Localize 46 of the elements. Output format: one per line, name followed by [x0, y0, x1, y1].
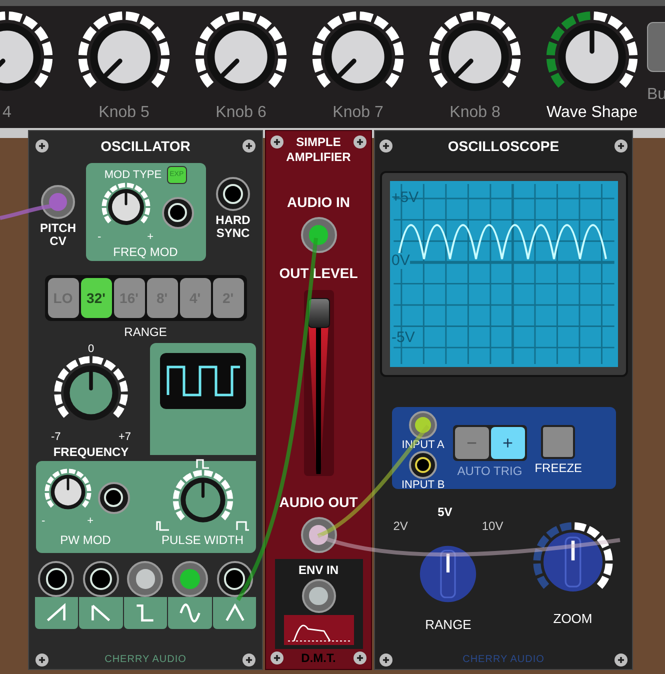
- auto-trig-button[interactable]: +: [490, 427, 525, 459]
- brand-label: D.M.T.: [301, 650, 336, 667]
- range-button[interactable]: 32': [80, 278, 112, 318]
- jack-label: PITCH CV: [39, 222, 77, 248]
- scale-label: 5V: [438, 504, 452, 521]
- scale-label: 0: [88, 343, 94, 355]
- minus-label: -: [42, 516, 46, 527]
- auto-trig-button[interactable]: −: [454, 427, 489, 459]
- group-label: AUTO TRIG: [457, 463, 522, 480]
- section-label: RANGE: [124, 324, 167, 341]
- jack-label: ENV IN: [298, 562, 338, 579]
- plus-label: +: [87, 516, 94, 527]
- panel-label: MOD TYPE: [104, 169, 162, 181]
- scale-label: -7: [51, 431, 61, 443]
- jack-label: INPUT B: [402, 479, 445, 491]
- scale-label: 0V: [392, 253, 410, 269]
- knob-label: PW MOD: [60, 532, 111, 549]
- plus-label: +: [147, 232, 154, 243]
- scale-label: -5V: [392, 328, 415, 348]
- module-title: OSCILLOSCOPE: [448, 136, 560, 156]
- knob-label: ZOOM: [553, 610, 592, 628]
- panel-label: FREQ MOD: [113, 246, 178, 259]
- jack-label: HARD SYNC: [214, 214, 252, 240]
- knob-label: Knob 6: [216, 104, 266, 122]
- minus-label: -: [98, 232, 102, 243]
- jack-label: AUDIO OUT: [279, 493, 358, 512]
- knob-label: RANGE: [425, 616, 472, 634]
- jack-label: AUDIO IN: [287, 193, 350, 212]
- brand-label: CHERRY AUDIO: [462, 653, 544, 667]
- knob-label: Wave Shape: [546, 104, 638, 122]
- module-title: SIMPLE AMPLIFIER: [285, 135, 352, 165]
- knob-label: FREQUENCY: [53, 444, 129, 461]
- knob-label: Knob 8: [450, 104, 500, 122]
- slider-label: OUT LEVEL: [279, 264, 358, 284]
- scale-label: 2V: [393, 518, 408, 535]
- button-label: FREEZE: [534, 460, 582, 477]
- knob-label: PULSE WIDTH: [161, 532, 244, 549]
- scale-label: +5V: [392, 188, 419, 208]
- brand-label: CHERRY AUDIO: [104, 653, 186, 667]
- module-title: OSCILLATOR: [100, 136, 190, 156]
- knob-label: 4: [2, 104, 12, 122]
- knob-label: Knob 5: [98, 104, 150, 122]
- scale-label: 10V: [482, 518, 504, 535]
- scale-label: +7: [118, 431, 131, 443]
- jack-label: INPUT A: [402, 439, 444, 451]
- knob-label: Knob 7: [332, 104, 384, 122]
